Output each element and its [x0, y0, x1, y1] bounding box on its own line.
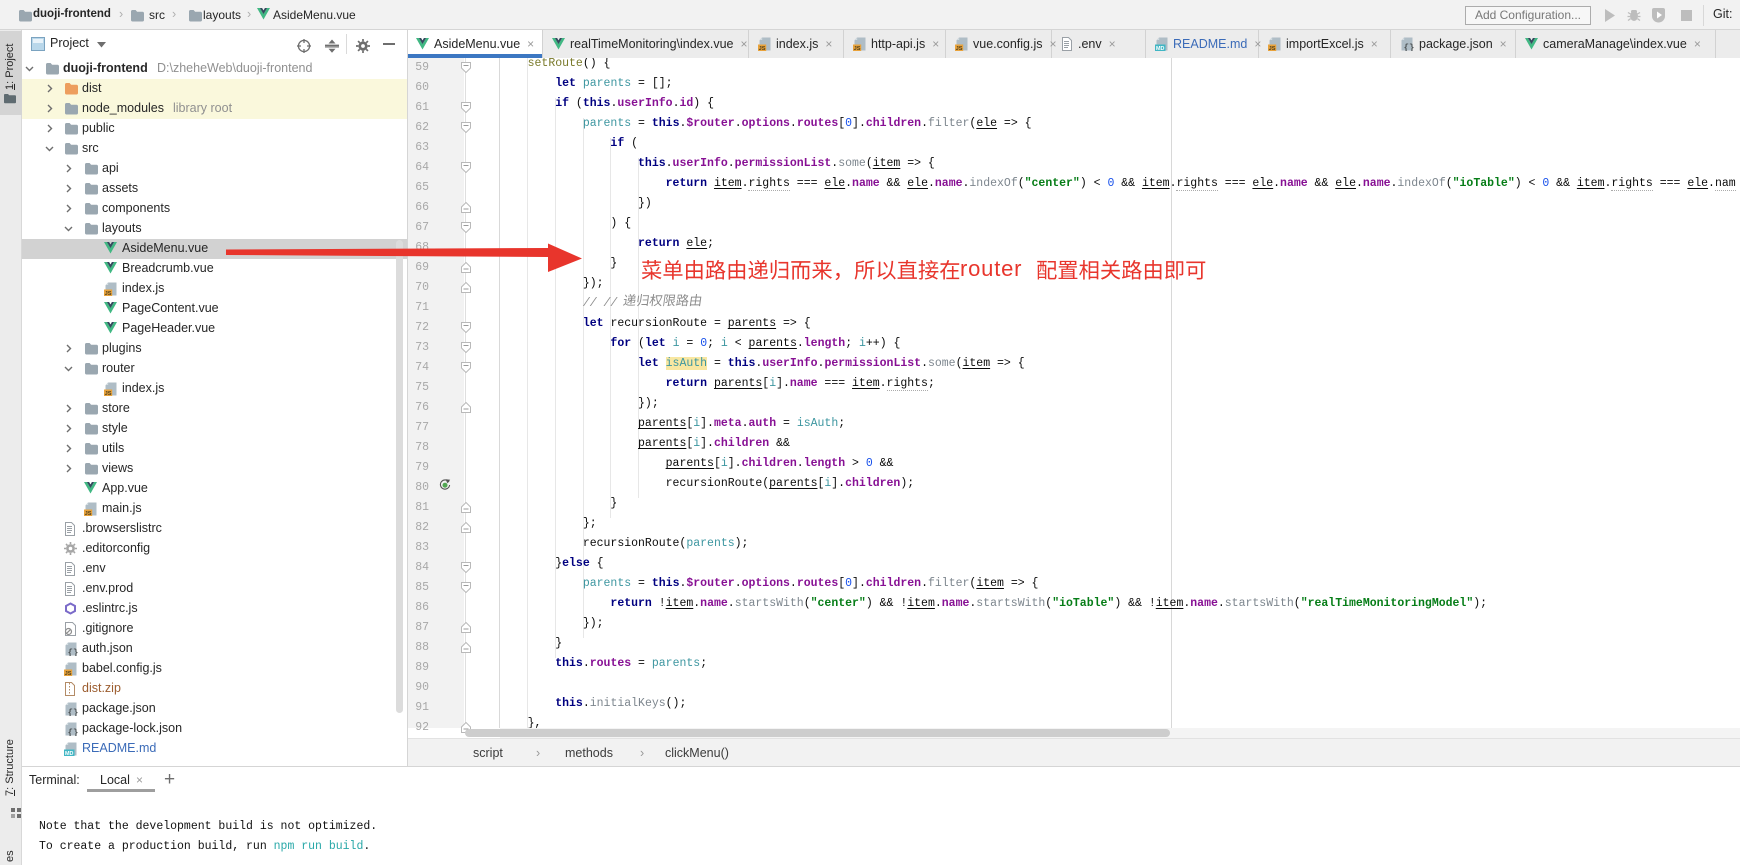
svg-text:JS: JS — [1269, 46, 1276, 51]
svg-text:{}: {} — [68, 728, 78, 736]
svg-text:{}: {} — [1404, 43, 1414, 51]
svg-text:JS: JS — [854, 46, 861, 51]
svg-text:MD: MD — [65, 751, 73, 756]
svg-text:{}: {} — [68, 648, 78, 656]
svg-text:JS: JS — [65, 671, 72, 676]
svg-text:JS: JS — [105, 391, 112, 396]
svg-text:JS: JS — [956, 46, 963, 51]
svg-text:MD: MD — [1156, 46, 1164, 51]
svg-text:JS: JS — [85, 511, 92, 516]
svg-text:JS: JS — [105, 291, 112, 296]
svg-text:JS: JS — [759, 46, 766, 51]
svg-text:{}: {} — [68, 708, 78, 716]
